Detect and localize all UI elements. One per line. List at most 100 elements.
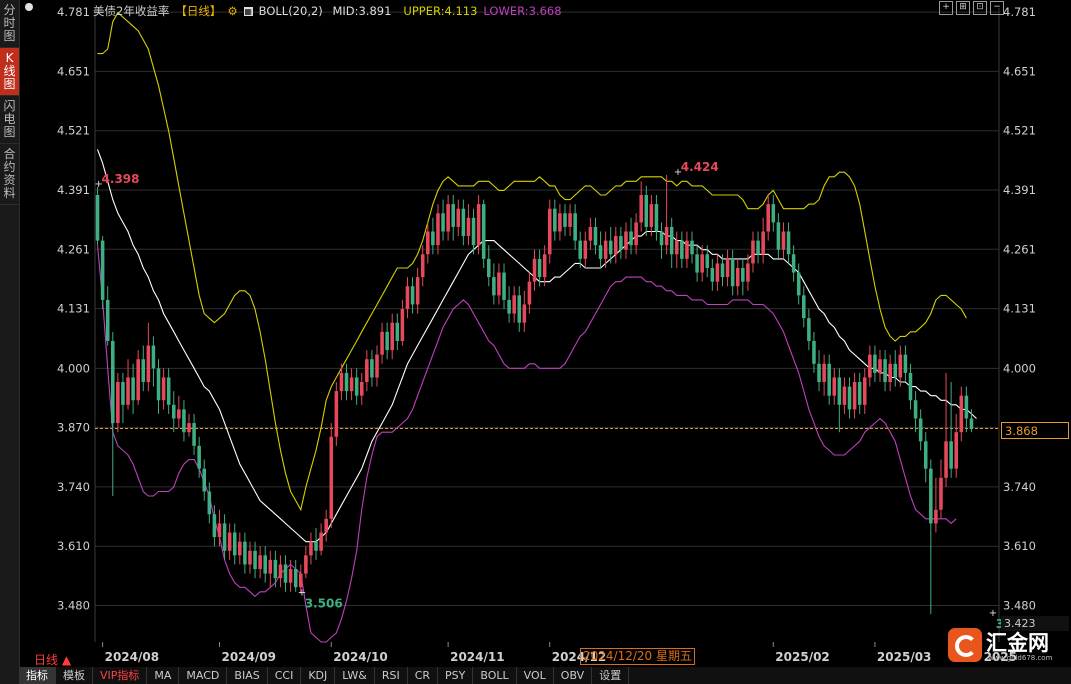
fullscreen-icon[interactable]: ⊡	[973, 1, 987, 15]
tab-indicator[interactable]: MACD	[179, 667, 228, 684]
candle-body	[431, 231, 435, 246]
candle-body	[654, 204, 659, 232]
candle-body	[603, 240, 608, 259]
candle-body	[700, 254, 704, 273]
tab-indicator[interactable]: 设置	[592, 667, 630, 684]
candle-body	[426, 231, 430, 255]
candle-body	[476, 204, 481, 246]
candle-body	[349, 377, 354, 392]
candle-body	[939, 477, 943, 510]
y-tick-left: 3.480	[57, 599, 90, 613]
gear-icon[interactable]: ⚙	[227, 4, 237, 18]
candle-body	[288, 569, 293, 583]
candle-body	[227, 532, 232, 551]
candle-body	[929, 468, 933, 524]
candle-body	[532, 258, 537, 282]
logo-name: 汇金网	[986, 631, 1049, 655]
candle-body	[502, 272, 506, 300]
tab-indicator[interactable]: BIAS	[227, 667, 268, 684]
tab-indicator[interactable]: CCI	[268, 667, 302, 684]
candle-body	[817, 363, 821, 383]
tab-flash-chart[interactable]: 闪电图	[0, 96, 19, 144]
candle-body	[517, 295, 522, 323]
tab-indicator[interactable]: RSI	[375, 667, 408, 684]
candle-body	[593, 226, 598, 246]
sidebar: 分时图 K线图 闪电图 合约资料	[0, 0, 20, 684]
candle-body	[954, 432, 958, 469]
boll-upper-line	[97, 11, 967, 512]
candle-body	[578, 240, 583, 259]
y-tick-left: 4.000	[57, 361, 90, 375]
candle-body	[344, 372, 349, 392]
candle-body	[111, 340, 115, 424]
candle-body	[568, 213, 572, 227]
tab-indicator[interactable]: 模板	[56, 667, 93, 684]
candle-body	[441, 213, 445, 232]
candle-body	[365, 359, 369, 383]
tab-indicator[interactable]: VIP指标	[93, 667, 148, 684]
candle-body	[232, 532, 237, 556]
candle-body	[553, 208, 557, 232]
y-tick-left: 3.740	[57, 480, 90, 494]
candle-body	[730, 258, 735, 287]
candle-body	[619, 236, 623, 250]
candle-body	[314, 541, 318, 551]
candle-body	[923, 441, 928, 469]
candle-body	[319, 532, 323, 551]
logo-icon	[948, 628, 982, 662]
tab-indicator[interactable]: CR	[408, 667, 439, 684]
tab-indicator[interactable]: PSY	[438, 667, 474, 684]
candle-body	[166, 377, 171, 405]
candle-body	[893, 363, 898, 378]
x-tick-label: 2024/09	[221, 650, 275, 664]
candle-body	[898, 354, 903, 378]
candle-body	[883, 359, 887, 383]
indicator-icon[interactable]: ▦	[243, 7, 253, 16]
crosshair-icon[interactable]: +	[939, 1, 953, 15]
tab-indicator[interactable]: MA	[147, 667, 180, 684]
candle-body	[527, 281, 532, 305]
candle-body	[385, 331, 389, 351]
candle-body	[415, 277, 420, 305]
candle-body	[420, 254, 425, 278]
candle-body	[207, 491, 212, 515]
x-tick-label: 2024/10	[333, 650, 387, 664]
y-tick-right: 4.391	[1003, 183, 1036, 197]
candle-body	[837, 377, 842, 405]
zoom-icon[interactable]: ⊞	[956, 1, 970, 15]
tab-time-share[interactable]: 分时图	[0, 0, 19, 48]
candle-body	[664, 226, 669, 246]
tab-indicator[interactable]: BOLL	[473, 667, 517, 684]
tab-indicator[interactable]: VOL	[517, 667, 554, 684]
candle-body	[238, 541, 242, 556]
period-toggle[interactable]: 日线 ▲	[34, 651, 71, 668]
candle-body	[802, 295, 806, 319]
tab-contract-info[interactable]: 合约资料	[0, 144, 19, 205]
candle-body	[964, 395, 969, 419]
candle-body	[522, 304, 527, 323]
candle-body	[771, 204, 776, 223]
period-selector[interactable]: 【日线】	[175, 4, 221, 18]
tab-indicator[interactable]: OBV	[554, 667, 593, 684]
tab-indicator[interactable]: KDJ	[301, 667, 336, 684]
candle-body	[786, 231, 791, 255]
candle-body	[873, 354, 877, 373]
candlestick-chart[interactable]: 4.781 4.781 4.651 4.651 4.521 4.521 4.391 4.391…	[19, 0, 1071, 667]
tab-indicator[interactable]: LW&	[335, 667, 375, 684]
mid-label: MID:3.891	[332, 4, 392, 18]
candle-body	[451, 204, 455, 227]
candle-body	[614, 236, 618, 255]
x-tick-label: 2024/11	[450, 650, 504, 664]
lower-label: LOWER:3.668	[483, 4, 562, 18]
y-tick-left: 4.521	[57, 124, 90, 138]
chart-title: 美债2年收益率	[93, 4, 170, 18]
candle-body	[136, 359, 140, 401]
candle-body	[126, 377, 130, 405]
cursor-date: 2024/12/20 星期五	[580, 648, 695, 665]
tab-kline[interactable]: K线图	[0, 48, 19, 96]
minus-icon[interactable]: −	[990, 1, 1004, 15]
candle-body	[100, 240, 105, 300]
tab-indicator[interactable]: 指标	[19, 667, 56, 684]
candle-body	[253, 550, 257, 570]
candle-body	[222, 523, 227, 551]
